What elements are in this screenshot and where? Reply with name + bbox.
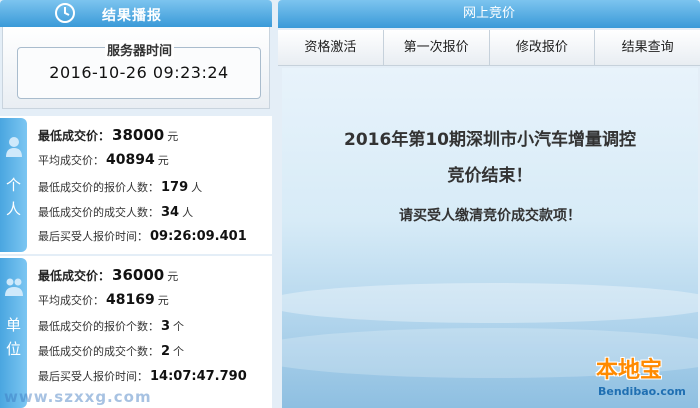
row-value: 48169 xyxy=(106,292,155,308)
clock-icon xyxy=(55,3,75,23)
row-label: 最后买受人报价时间： xyxy=(38,230,148,243)
unit-bidders-row: 最低成交价的报价个数： 3 个 xyxy=(38,318,184,334)
row-label: 最低成交价的成交人数： xyxy=(38,206,159,219)
row-unit: 元 xyxy=(167,130,179,143)
tab-modify-bid[interactable]: 修改报价 xyxy=(490,30,596,65)
server-time-box: 2016-10-26 09:23:24 服务器时间 xyxy=(2,27,270,109)
logo-sub-text: Bendibao.com xyxy=(598,385,686,398)
row-unit: 元 xyxy=(167,270,179,283)
row-label: 最后买受人报价时间： xyxy=(38,370,148,383)
bidding-tabs: 资格激活 第一次报价 修改报价 结果查询 xyxy=(278,30,700,66)
row-value: 2 xyxy=(161,344,171,359)
row-value: 179 xyxy=(161,180,189,195)
personal-results-section: 个 人 最低成交价： 38000 元 平均成交价： 40894 元 最低成交价的报价人数… xyxy=(0,116,272,254)
server-time-label: 服务器时间 xyxy=(105,40,175,59)
row-label: 平均成交价： xyxy=(38,154,104,167)
unit-last-bid-time-row: 最后买受人报价时间： 14:07:47.790 xyxy=(38,368,247,384)
row-unit: 元 xyxy=(157,294,169,307)
unit-tab-char-1: 单 xyxy=(5,316,21,334)
personal-tab[interactable]: 个 人 xyxy=(0,118,27,252)
row-value: 38000 xyxy=(112,126,165,144)
unit-tab[interactable]: 单 位 xyxy=(0,258,27,408)
unit-lowest-price-row: 最低成交价： 36000 元 xyxy=(38,266,178,284)
bendibao-logo: 本地宝 Bendibao.com xyxy=(588,350,700,408)
personal-average-price-row: 平均成交价： 40894 元 xyxy=(38,152,169,168)
online-bidding-panel: 网上竞价 资格激活 第一次报价 修改报价 结果查询 2016年第10期深圳市小汽… xyxy=(278,0,700,408)
tab-first-bid[interactable]: 第一次报价 xyxy=(384,30,490,65)
row-label: 最低成交价： xyxy=(38,129,111,143)
online-bidding-header: 网上竞价 xyxy=(278,0,700,28)
row-label: 平均成交价： xyxy=(38,294,104,307)
result-broadcast-panel: 结果播报 2016-10-26 09:23:24 服务器时间 个 人 最低成交价… xyxy=(0,0,272,408)
row-unit: 人 xyxy=(191,181,203,194)
personal-tab-char-2: 人 xyxy=(5,200,21,218)
personal-winners-row: 最低成交价的成交人数： 34 人 xyxy=(38,204,193,220)
unit-average-price-row: 平均成交价： 48169 元 xyxy=(38,292,169,308)
logo-main-text: 本地宝 xyxy=(596,358,663,383)
row-unit: 个 xyxy=(173,345,185,358)
row-value: 36000 xyxy=(112,266,165,284)
site-watermark: www.szxxg.com xyxy=(4,388,152,406)
row-label: 最低成交价的报价个数： xyxy=(38,320,159,333)
result-message-payment: 请买受人缴清竞价成交款项！ xyxy=(399,208,581,224)
result-broadcast-title: 结果播报 xyxy=(102,8,162,24)
unit-tab-char-2: 位 xyxy=(5,340,21,358)
personal-bidders-row: 最低成交价的报价人数： 179 人 xyxy=(38,179,202,195)
row-label: 最低成交价的成交个数： xyxy=(38,345,159,358)
row-label: 最低成交价： xyxy=(38,269,111,283)
personal-last-bid-time-row: 最后买受人报价时间： 09:26:09.401 xyxy=(38,228,247,244)
server-time-value: 2016-10-26 09:23:24 xyxy=(49,63,229,82)
row-value: 14:07:47.790 xyxy=(150,369,247,384)
tab-qualification-activation[interactable]: 资格激活 xyxy=(278,30,384,65)
unit-winners-row: 最低成交价的成交个数： 2 个 xyxy=(38,343,184,359)
person-icon xyxy=(6,137,22,157)
row-unit: 人 xyxy=(182,206,194,219)
row-label: 最低成交价的报价人数： xyxy=(38,181,159,194)
tab-result-query[interactable]: 结果查询 xyxy=(595,30,700,65)
personal-lowest-price-row: 最低成交价： 38000 元 xyxy=(38,126,178,144)
group-icon xyxy=(5,278,23,296)
row-value: 09:26:09.401 xyxy=(150,229,247,244)
personal-tab-char-1: 个 xyxy=(5,176,21,194)
row-value: 40894 xyxy=(106,152,155,168)
sea-wave-decoration xyxy=(282,283,698,323)
row-value: 3 xyxy=(161,319,171,334)
result-broadcast-header: 结果播报 xyxy=(0,0,272,27)
row-unit: 个 xyxy=(173,320,185,333)
result-message-ended: 竞价结束！ xyxy=(447,166,533,186)
unit-results-section: 单 位 最低成交价： 36000 元 平均成交价： 48169 元 最低成交价的报价个数… xyxy=(0,256,272,408)
row-value: 34 xyxy=(161,205,180,220)
row-unit: 元 xyxy=(157,154,169,167)
result-message-title: 2016年第10期深圳市小汽车增量调控 xyxy=(344,130,636,150)
